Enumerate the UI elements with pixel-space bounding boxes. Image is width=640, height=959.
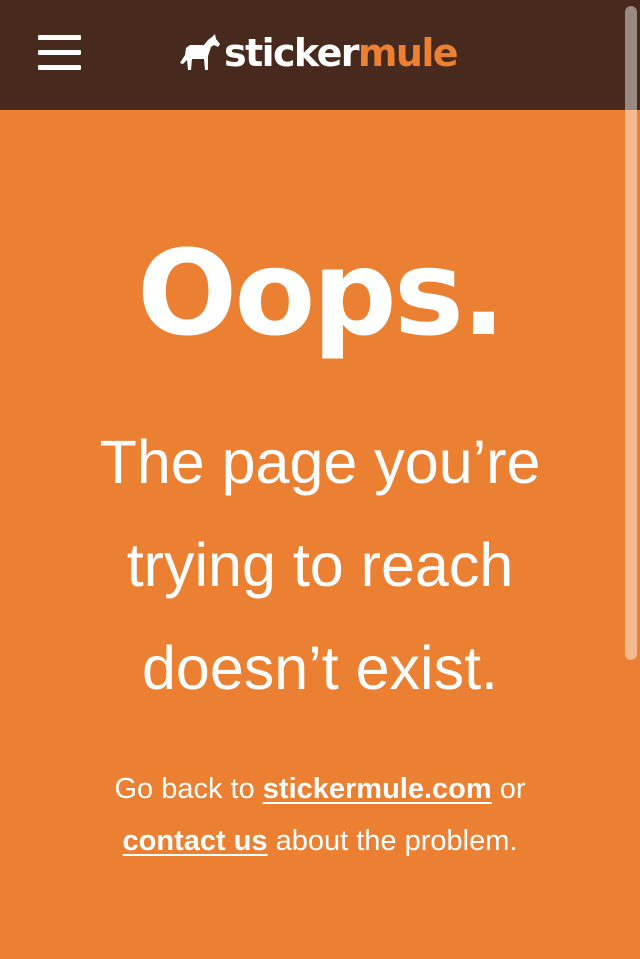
- scrollbar[interactable]: [625, 6, 637, 660]
- mule-icon: [180, 34, 220, 70]
- help-text-prefix: Go back to: [114, 773, 263, 805]
- error-page-content: Oops. The page you’re trying to reach do…: [0, 110, 640, 959]
- menu-line: [38, 35, 81, 40]
- error-headline: Oops.: [137, 224, 506, 362]
- error-message-line: trying to reach: [126, 531, 514, 599]
- contact-us-link[interactable]: contact us: [123, 825, 268, 857]
- help-text-middle: or: [491, 773, 526, 805]
- hamburger-menu-icon[interactable]: [36, 31, 82, 75]
- logo-text-mule: mule: [357, 31, 459, 75]
- home-link[interactable]: stickermule.com: [263, 773, 492, 805]
- menu-line: [38, 65, 81, 70]
- error-message-line: doesn’t exist.: [141, 634, 499, 702]
- top-navigation-bar: stickermule: [0, 0, 640, 110]
- error-message: The page you’re trying to reach doesn’t …: [40, 411, 600, 720]
- menu-line: [38, 50, 81, 55]
- error-message-line: The page you’re: [99, 428, 541, 496]
- help-text-suffix: about the problem.: [267, 825, 518, 857]
- help-text: Go back to stickermule.com or contact us…: [40, 763, 600, 867]
- stickermule-logo[interactable]: stickermule: [178, 27, 459, 79]
- logo-text-sticker: sticker: [224, 31, 360, 75]
